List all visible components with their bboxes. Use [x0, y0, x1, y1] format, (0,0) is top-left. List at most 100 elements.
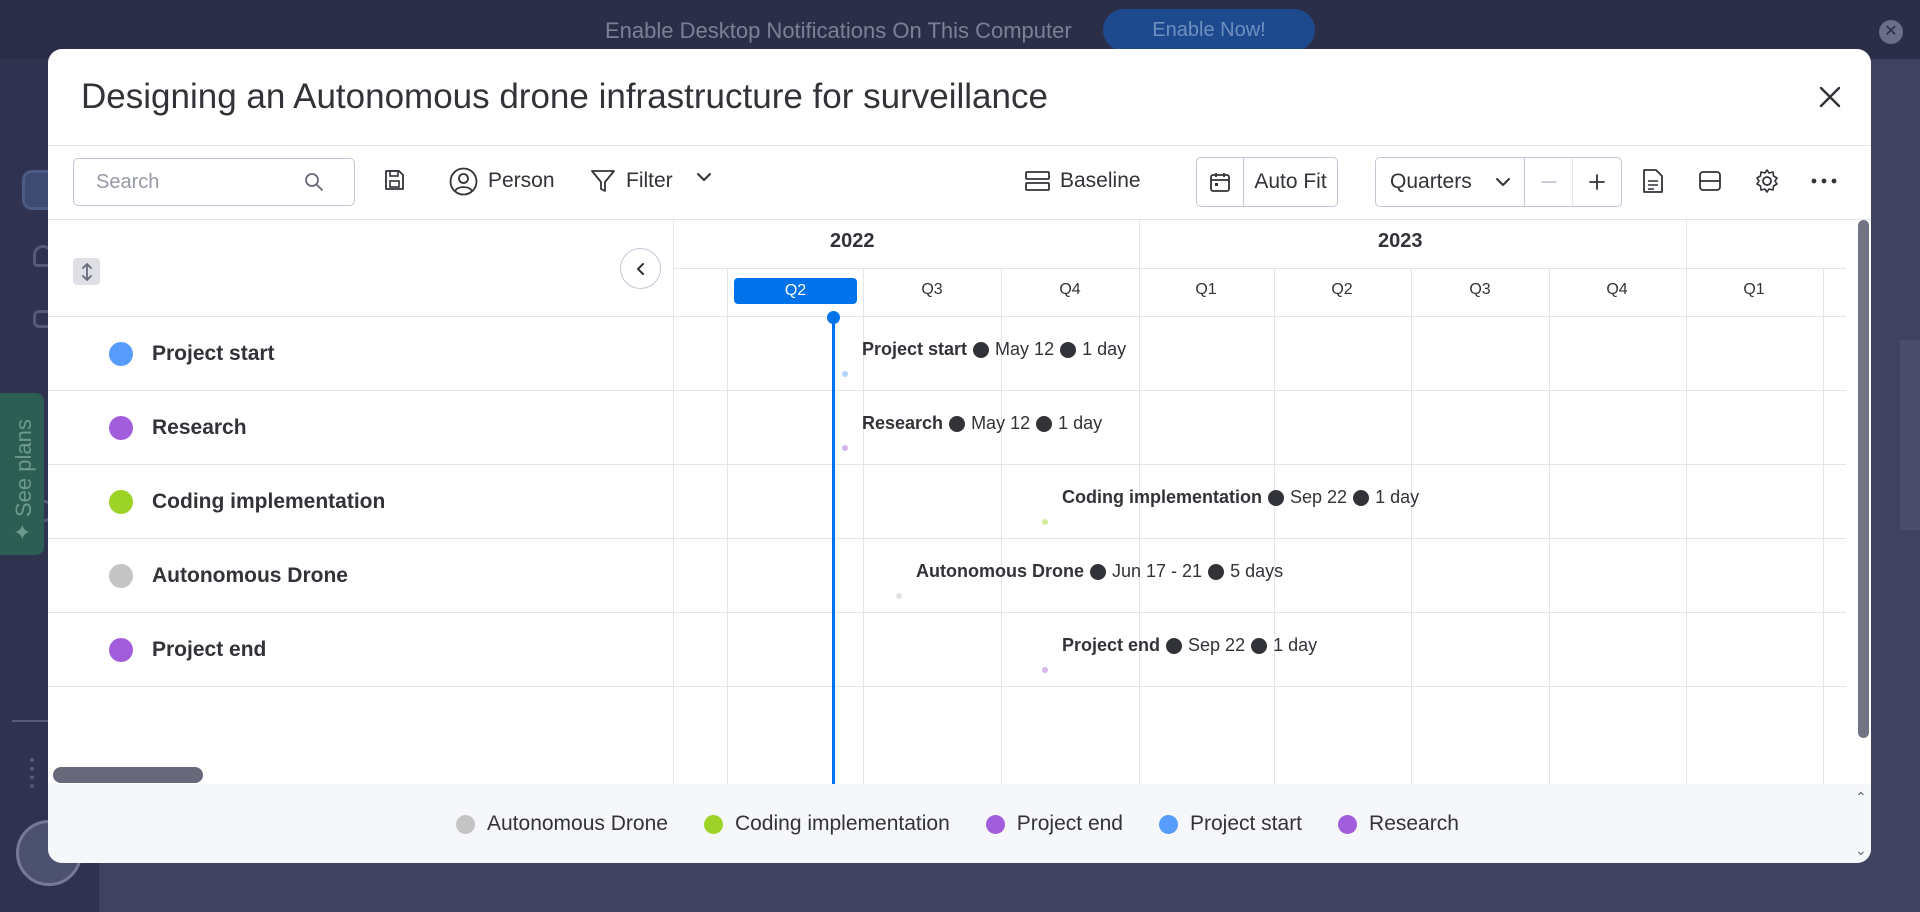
item-row-coding-implementation[interactable]: Coding implementation — [48, 464, 673, 538]
item-status-dot — [109, 563, 133, 588]
sort-icon — [80, 262, 94, 281]
separator-dot — [1268, 489, 1284, 506]
task-name: Project end — [1062, 635, 1161, 655]
separator-dot — [1251, 637, 1268, 654]
item-row-research[interactable]: Research — [48, 390, 673, 464]
gridline — [1274, 268, 1275, 784]
plus-icon — [1588, 173, 1606, 191]
legend-label: Coding implementation — [734, 812, 950, 835]
sort-button[interactable] — [73, 258, 100, 285]
calendar-icon — [1209, 171, 1231, 193]
chevron-up-icon[interactable]: ⌃ — [1855, 789, 1867, 806]
filter-button[interactable]: Filter — [590, 165, 673, 197]
legend-item: Coding implementation — [703, 812, 950, 836]
search-input[interactable] — [74, 170, 304, 194]
autofit-group: Auto Fit — [1196, 157, 1338, 207]
item-label: Autonomous Drone — [152, 563, 348, 587]
task-date: Sep 22 — [1290, 487, 1348, 507]
gridline — [1823, 268, 1824, 784]
quarter-label: Q1 — [1743, 281, 1765, 298]
zoom-level-select[interactable]: Quarters — [1376, 158, 1526, 206]
modal-title: Designing an Autonomous drone infrastruc… — [81, 77, 1048, 116]
legend-dot — [1338, 814, 1358, 834]
autofit-button[interactable]: Auto Fit — [1244, 158, 1337, 206]
apps-icon[interactable] — [30, 758, 38, 788]
separator-dot — [1353, 489, 1370, 506]
collapse-panel-button[interactable] — [620, 248, 661, 289]
legend-label: Autonomous Drone — [487, 812, 668, 835]
legend-label: Project start — [1189, 812, 1303, 835]
legend-dot — [456, 814, 475, 834]
quarter-label: Q1 — [1195, 281, 1217, 298]
item-status-dot — [109, 415, 133, 440]
row-divider — [674, 464, 1846, 465]
row-divider — [674, 686, 1846, 687]
export-icon — [1642, 168, 1664, 194]
row-divider — [674, 538, 1846, 539]
separator-dot — [1166, 637, 1183, 654]
milestone-marker[interactable] — [1042, 519, 1048, 525]
task-label-project-start[interactable]: Project start May 12 1 day — [862, 339, 1126, 360]
today-marker-dot — [827, 311, 840, 324]
save-button[interactable] — [382, 168, 406, 192]
horizontal-scrollbar[interactable] — [53, 767, 203, 783]
task-name: Coding implementation — [1062, 487, 1262, 507]
year-row-divider — [674, 268, 1846, 269]
task-date: May 12 — [995, 339, 1055, 359]
save-icon — [382, 168, 406, 192]
baseline-label: Baseline — [1060, 169, 1141, 192]
task-label-autonomous-drone[interactable]: Autonomous Drone Jun 17 - 21 5 days — [916, 561, 1283, 582]
chevron-down-icon — [695, 168, 713, 186]
baseline-button[interactable]: Baseline — [1025, 165, 1141, 197]
item-label: Project end — [152, 637, 267, 661]
item-row-autonomous-drone[interactable]: Autonomous Drone — [48, 538, 673, 612]
item-row-project-end[interactable]: Project end — [48, 612, 673, 686]
task-label-project-end[interactable]: Project end Sep 22 1 day — [1062, 635, 1317, 656]
more-button[interactable] — [1811, 168, 1837, 194]
enable-notifications-button[interactable]: Enable Now! — [1103, 9, 1315, 51]
legend: Autonomous Drone Coding implementation P… — [456, 812, 1459, 836]
title-divider — [48, 145, 1871, 146]
calendar-button[interactable] — [1197, 158, 1244, 206]
gridline — [1411, 268, 1412, 784]
task-label-coding-implementation[interactable]: Coding implementation Sep 22 1 day — [1062, 487, 1419, 508]
vertical-scrollbar[interactable] — [1858, 220, 1869, 738]
task-name: Research — [862, 413, 944, 433]
zoom-in-button[interactable] — [1573, 158, 1621, 206]
legend-label: Research — [1369, 812, 1459, 835]
current-quarter-label[interactable]: Q2 — [734, 278, 857, 304]
milestone-marker[interactable] — [842, 445, 848, 451]
legend-dot — [985, 814, 1005, 834]
item-row-project-start[interactable]: Project start — [48, 316, 673, 390]
task-name: Autonomous Drone — [916, 561, 1084, 581]
export-button[interactable] — [1642, 168, 1664, 194]
item-label: Research — [152, 415, 247, 439]
task-duration: 1 day — [1273, 635, 1318, 655]
split-view-button[interactable] — [1698, 169, 1722, 193]
quarter-label: Q3 — [921, 281, 943, 298]
items-panel: Project start Research Coding implementa… — [48, 220, 673, 784]
background-scrollbar — [1900, 340, 1920, 530]
filter-dropdown-button[interactable] — [695, 168, 713, 186]
more-icon — [1811, 168, 1837, 194]
search-field[interactable] — [73, 158, 355, 206]
close-icon[interactable] — [1812, 79, 1848, 115]
header-divider — [674, 316, 1846, 317]
settings-button[interactable] — [1754, 168, 1780, 194]
zoom-out-button[interactable] — [1525, 158, 1574, 206]
quarter-label: Q2 — [1331, 281, 1353, 298]
milestone-marker[interactable] — [842, 371, 848, 377]
notification-text: Enable Desktop Notifications On This Com… — [605, 18, 1072, 43]
search-icon[interactable] — [304, 172, 324, 192]
task-date: Jun 17 - 21 — [1112, 561, 1203, 581]
task-label-research[interactable]: Research May 12 1 day — [862, 413, 1102, 434]
minus-icon — [1540, 173, 1558, 191]
milestone-marker[interactable] — [1042, 667, 1048, 673]
year-gridline — [1686, 220, 1687, 784]
legend-dot — [1158, 814, 1178, 834]
items-bottom-divider — [48, 686, 673, 687]
milestone-marker[interactable] — [896, 593, 902, 599]
chevron-down-icon[interactable]: ⌄ — [1855, 842, 1867, 859]
person-filter-button[interactable]: Person — [449, 165, 555, 197]
close-notification-icon[interactable]: ✕ — [1879, 20, 1903, 44]
